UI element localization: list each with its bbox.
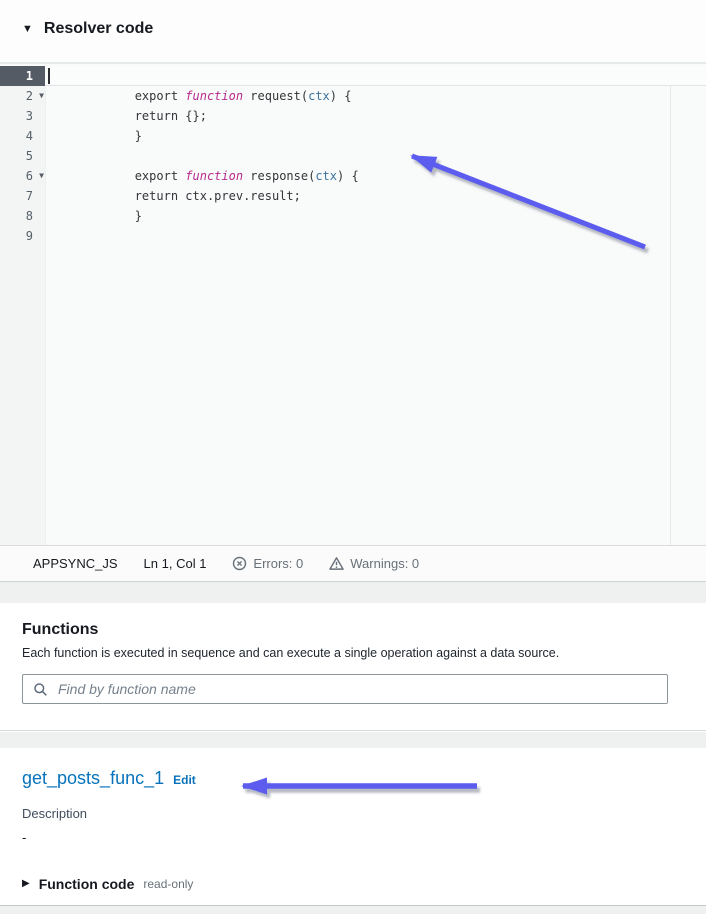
description-value: - bbox=[22, 830, 706, 845]
code-line: 6▼ export function response(ctx) { bbox=[0, 166, 706, 186]
edit-function-link[interactable]: Edit bbox=[173, 773, 196, 787]
code-line: 2▼ export function request(ctx) { bbox=[0, 86, 706, 106]
section-divider bbox=[0, 732, 706, 748]
code-line: 4 } bbox=[0, 126, 706, 146]
line-number: 1 bbox=[0, 66, 45, 86]
functions-section: Functions Each function is executed in s… bbox=[0, 603, 706, 731]
code-line: 5 bbox=[0, 146, 706, 166]
line-number: 7 bbox=[0, 186, 45, 206]
resolver-code-section: ▼ Resolver code bbox=[0, 0, 706, 62]
code-line-text[interactable]: } bbox=[45, 126, 706, 146]
function-code-label: Function code bbox=[39, 876, 135, 892]
collapse-triangle-icon: ▼ bbox=[22, 24, 33, 35]
code-line-text[interactable] bbox=[45, 226, 706, 246]
code-line-text[interactable]: return {}; bbox=[45, 106, 706, 126]
code-line-text[interactable] bbox=[45, 66, 706, 86]
code-editor[interactable]: 12▼ export function request(ctx) {3 retu… bbox=[0, 62, 706, 545]
editor-lines: 12▼ export function request(ctx) {3 retu… bbox=[0, 66, 706, 246]
code-line-text[interactable]: return ctx.prev.result; bbox=[45, 186, 706, 206]
line-number: 6▼ bbox=[0, 166, 45, 186]
fold-arrow-icon[interactable]: ▼ bbox=[39, 166, 44, 186]
code-line: 8 } bbox=[0, 206, 706, 226]
errors-status: Errors: 0 bbox=[232, 556, 303, 571]
line-number: 5 bbox=[0, 146, 45, 166]
expand-triangle-icon: ▶ bbox=[22, 879, 30, 889]
function-search-input[interactable] bbox=[56, 680, 657, 698]
function-name-link[interactable]: get_posts_func_1 bbox=[22, 768, 164, 789]
code-line: 3 return {}; bbox=[0, 106, 706, 126]
text-cursor bbox=[48, 68, 50, 84]
line-number: 3 bbox=[0, 106, 45, 126]
warning-triangle-icon bbox=[329, 556, 344, 571]
code-line: 9 bbox=[0, 226, 706, 246]
code-line: 1 bbox=[0, 66, 706, 86]
function-search-box[interactable] bbox=[22, 674, 668, 704]
code-line-text[interactable]: export function request(ctx) { bbox=[45, 86, 706, 106]
resolver-code-title: Resolver code bbox=[44, 20, 153, 38]
resolver-code-toggle[interactable]: ▼ Resolver code bbox=[0, 0, 706, 38]
code-line-text[interactable] bbox=[45, 146, 706, 166]
warnings-label: Warnings: 0 bbox=[350, 556, 419, 571]
read-only-badge: read-only bbox=[143, 877, 193, 891]
code-line: 7 return ctx.prev.result; bbox=[0, 186, 706, 206]
line-number: 8 bbox=[0, 206, 45, 226]
code-line-text[interactable]: } bbox=[45, 206, 706, 226]
warnings-status: Warnings: 0 bbox=[329, 556, 419, 571]
section-divider bbox=[0, 582, 706, 603]
editor-status-bar: APPSYNC_JS Ln 1, Col 1 Errors: 0 Warning… bbox=[0, 545, 706, 582]
functions-description: Each function is executed in sequence an… bbox=[22, 646, 706, 660]
line-number: 9 bbox=[0, 226, 45, 246]
error-circle-icon bbox=[232, 556, 247, 571]
line-number: 2▼ bbox=[0, 86, 45, 106]
errors-label: Errors: 0 bbox=[253, 556, 303, 571]
function-card: get_posts_func_1 Edit Description - ▶ Fu… bbox=[0, 748, 706, 906]
fold-arrow-icon[interactable]: ▼ bbox=[39, 86, 44, 106]
description-label: Description bbox=[22, 806, 706, 821]
editor-language-label: APPSYNC_JS bbox=[33, 556, 118, 571]
function-code-toggle[interactable]: ▶ Function code read-only bbox=[22, 876, 706, 892]
page-bottom-margin bbox=[0, 906, 706, 914]
code-line-text[interactable]: export function response(ctx) { bbox=[45, 166, 706, 186]
cursor-position-label: Ln 1, Col 1 bbox=[144, 556, 207, 571]
functions-title: Functions bbox=[22, 621, 706, 639]
line-number: 4 bbox=[0, 126, 45, 146]
appsync-resolver-page: ▼ Resolver code 12▼ export function requ… bbox=[0, 0, 706, 914]
search-icon bbox=[33, 682, 48, 697]
